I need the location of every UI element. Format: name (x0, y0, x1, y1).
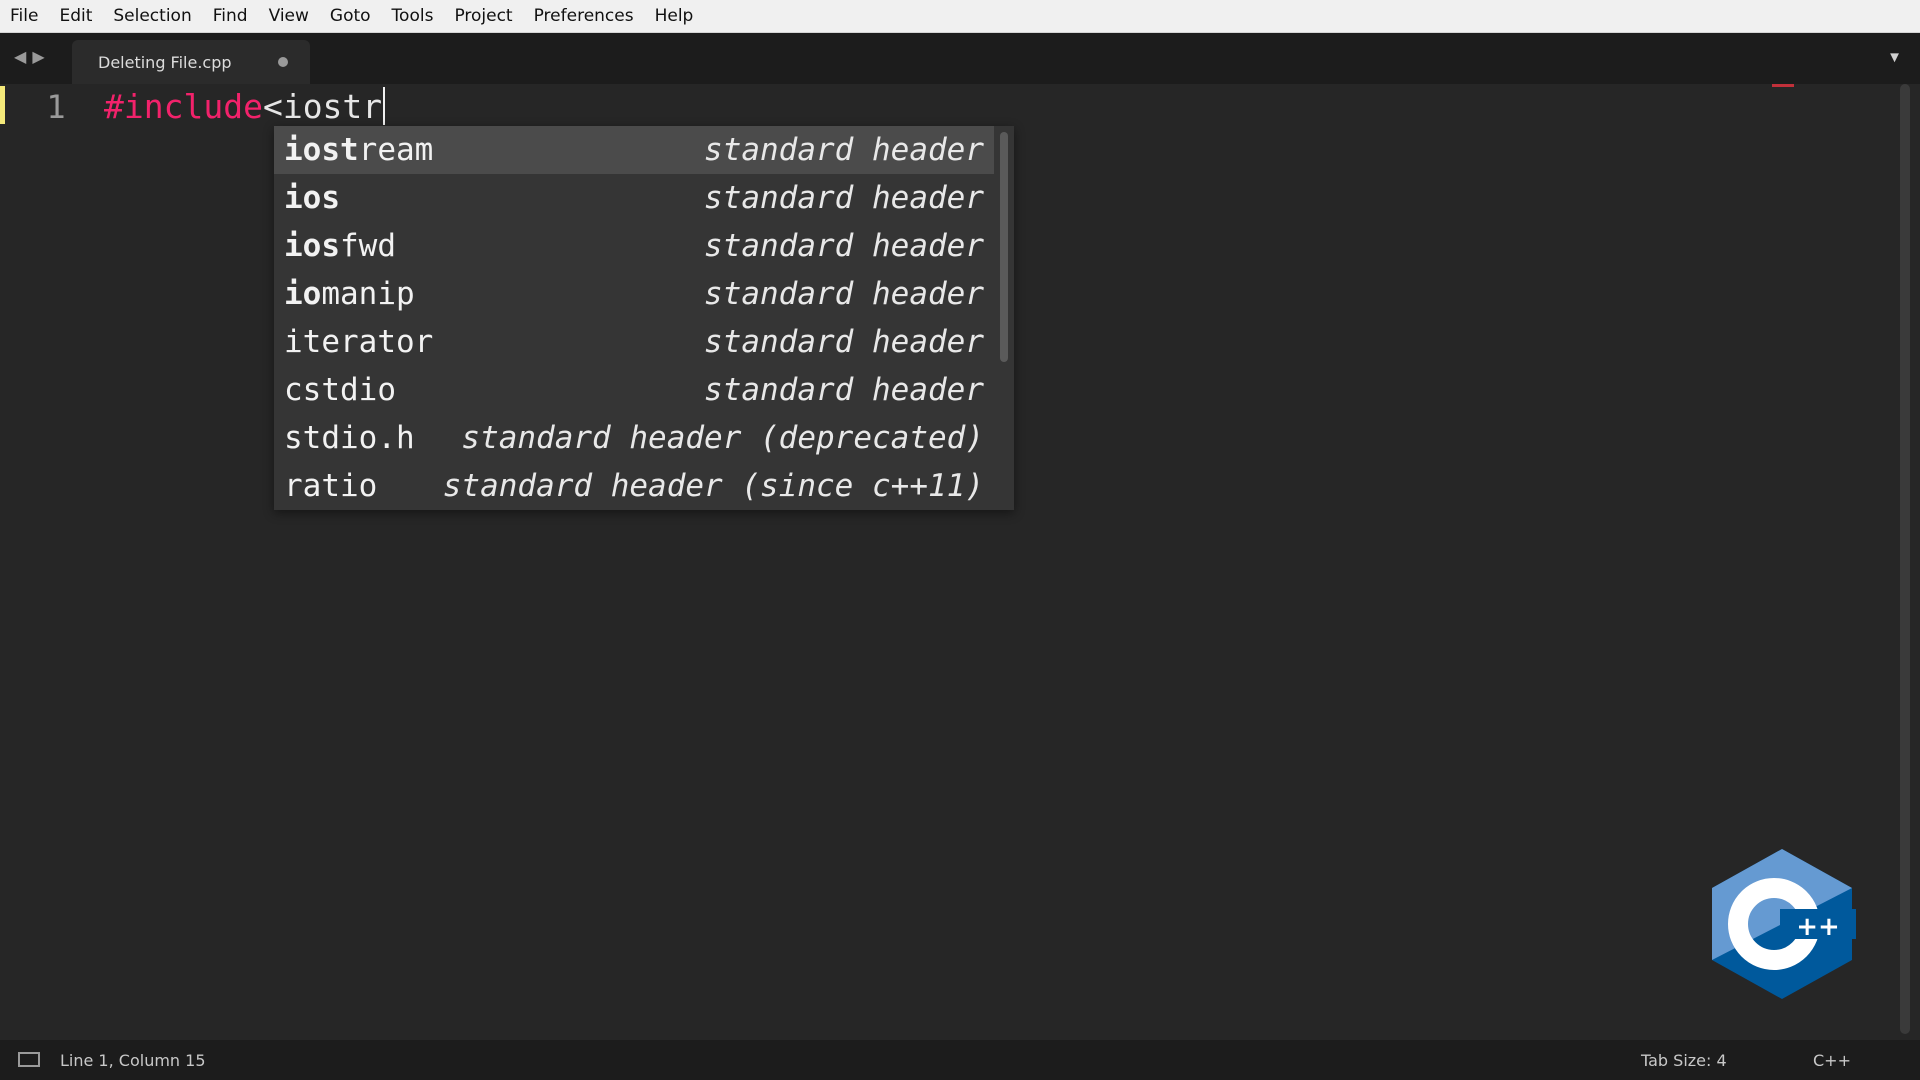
autocomplete-item-hint: standard header (since c++11) (442, 468, 984, 504)
cursor-position: Line 1, Column 15 (60, 1051, 206, 1070)
tab-navigation: ◀ ▶ (14, 47, 45, 67)
panel-toggle-icon[interactable] (18, 1052, 40, 1067)
autocomplete-item-name: iterator (284, 324, 434, 360)
autocomplete-item-ios[interactable]: ios standard header (274, 174, 994, 222)
autocomplete-item-iomanip[interactable]: iomanip standard header (274, 270, 994, 318)
menu-goto[interactable]: Goto (330, 6, 371, 26)
menu-file[interactable]: File (10, 6, 38, 26)
autocomplete-item-iostream[interactable]: iostream standard header (274, 126, 994, 174)
autocomplete-item-hint: standard header (704, 324, 984, 360)
autocomplete-item-name: ratio (284, 468, 378, 504)
cpp-logo-icon: ++ (1712, 849, 1856, 999)
code-line-1[interactable]: #include <iostr (104, 86, 386, 126)
include-directive: #include (104, 86, 263, 126)
minimap-marker (1772, 84, 1794, 87)
triangle-down-icon[interactable]: ▼ (1887, 49, 1902, 66)
menu-preferences[interactable]: Preferences (534, 6, 634, 26)
arrow-right-icon[interactable]: ▶ (32, 47, 44, 67)
autocomplete-item-cstdio[interactable]: cstdio standard header (274, 366, 994, 414)
autocomplete-item-iosfwd[interactable]: iosfwd standard header (274, 222, 994, 270)
logo-plus-text: ++ (1796, 912, 1840, 942)
status-bar: Line 1, Column 15 Tab Size: 4 C++ (0, 1040, 1920, 1080)
autocomplete-item-ratio[interactable]: ratio standard header (since c++11) (274, 462, 994, 510)
typed-text: <iostr (262, 86, 383, 126)
autocomplete-item-name: iomanip (284, 276, 415, 312)
autocomplete-item-hint: standard header (704, 228, 984, 264)
autocomplete-item-hint: standard header (704, 276, 984, 312)
autocomplete-item-name: stdio.h (284, 420, 415, 456)
menu-help[interactable]: Help (655, 6, 694, 26)
tab-bar: ◀ ▶ Deleting File.cpp ▼ (0, 33, 1920, 84)
editor-scrollbar[interactable] (1900, 84, 1910, 1034)
menu-find[interactable]: Find (213, 6, 248, 26)
tab-label: Deleting File.cpp (98, 52, 232, 72)
line-number: 1 (46, 88, 66, 126)
text-cursor (383, 87, 386, 125)
menu-project[interactable]: Project (454, 6, 512, 26)
arrow-left-icon[interactable]: ◀ (14, 47, 26, 67)
autocomplete-popup: iostream standard header ios standard he… (274, 126, 1014, 510)
autocomplete-item-hint: standard header (704, 132, 984, 168)
menu-tools[interactable]: Tools (392, 6, 434, 26)
autocomplete-scrollbar[interactable] (1000, 132, 1008, 362)
autocomplete-item-iterator[interactable]: iterator standard header (274, 318, 994, 366)
autocomplete-item-name: ios (284, 180, 340, 216)
autocomplete-item-name: iosfwd (284, 228, 396, 264)
current-line-marker (0, 86, 5, 124)
autocomplete-item-name: iostream (284, 132, 434, 168)
unsaved-dot-icon[interactable] (278, 57, 288, 67)
tab-deleting-file[interactable]: Deleting File.cpp (72, 40, 310, 84)
autocomplete-item-stdio-h[interactable]: stdio.h standard header (deprecated) (274, 414, 994, 462)
syntax-indicator[interactable]: C++ (1813, 1051, 1851, 1070)
autocomplete-item-hint: standard header (704, 180, 984, 216)
menu-bar: File Edit Selection Find View Goto Tools… (0, 0, 1920, 33)
menu-edit[interactable]: Edit (59, 6, 92, 26)
autocomplete-item-hint: standard header (704, 372, 984, 408)
menu-view[interactable]: View (269, 6, 309, 26)
tab-size-indicator[interactable]: Tab Size: 4 (1641, 1051, 1727, 1070)
autocomplete-item-name: cstdio (284, 372, 396, 408)
autocomplete-item-hint: standard header (deprecated) (461, 420, 984, 456)
menu-selection[interactable]: Selection (113, 6, 191, 26)
